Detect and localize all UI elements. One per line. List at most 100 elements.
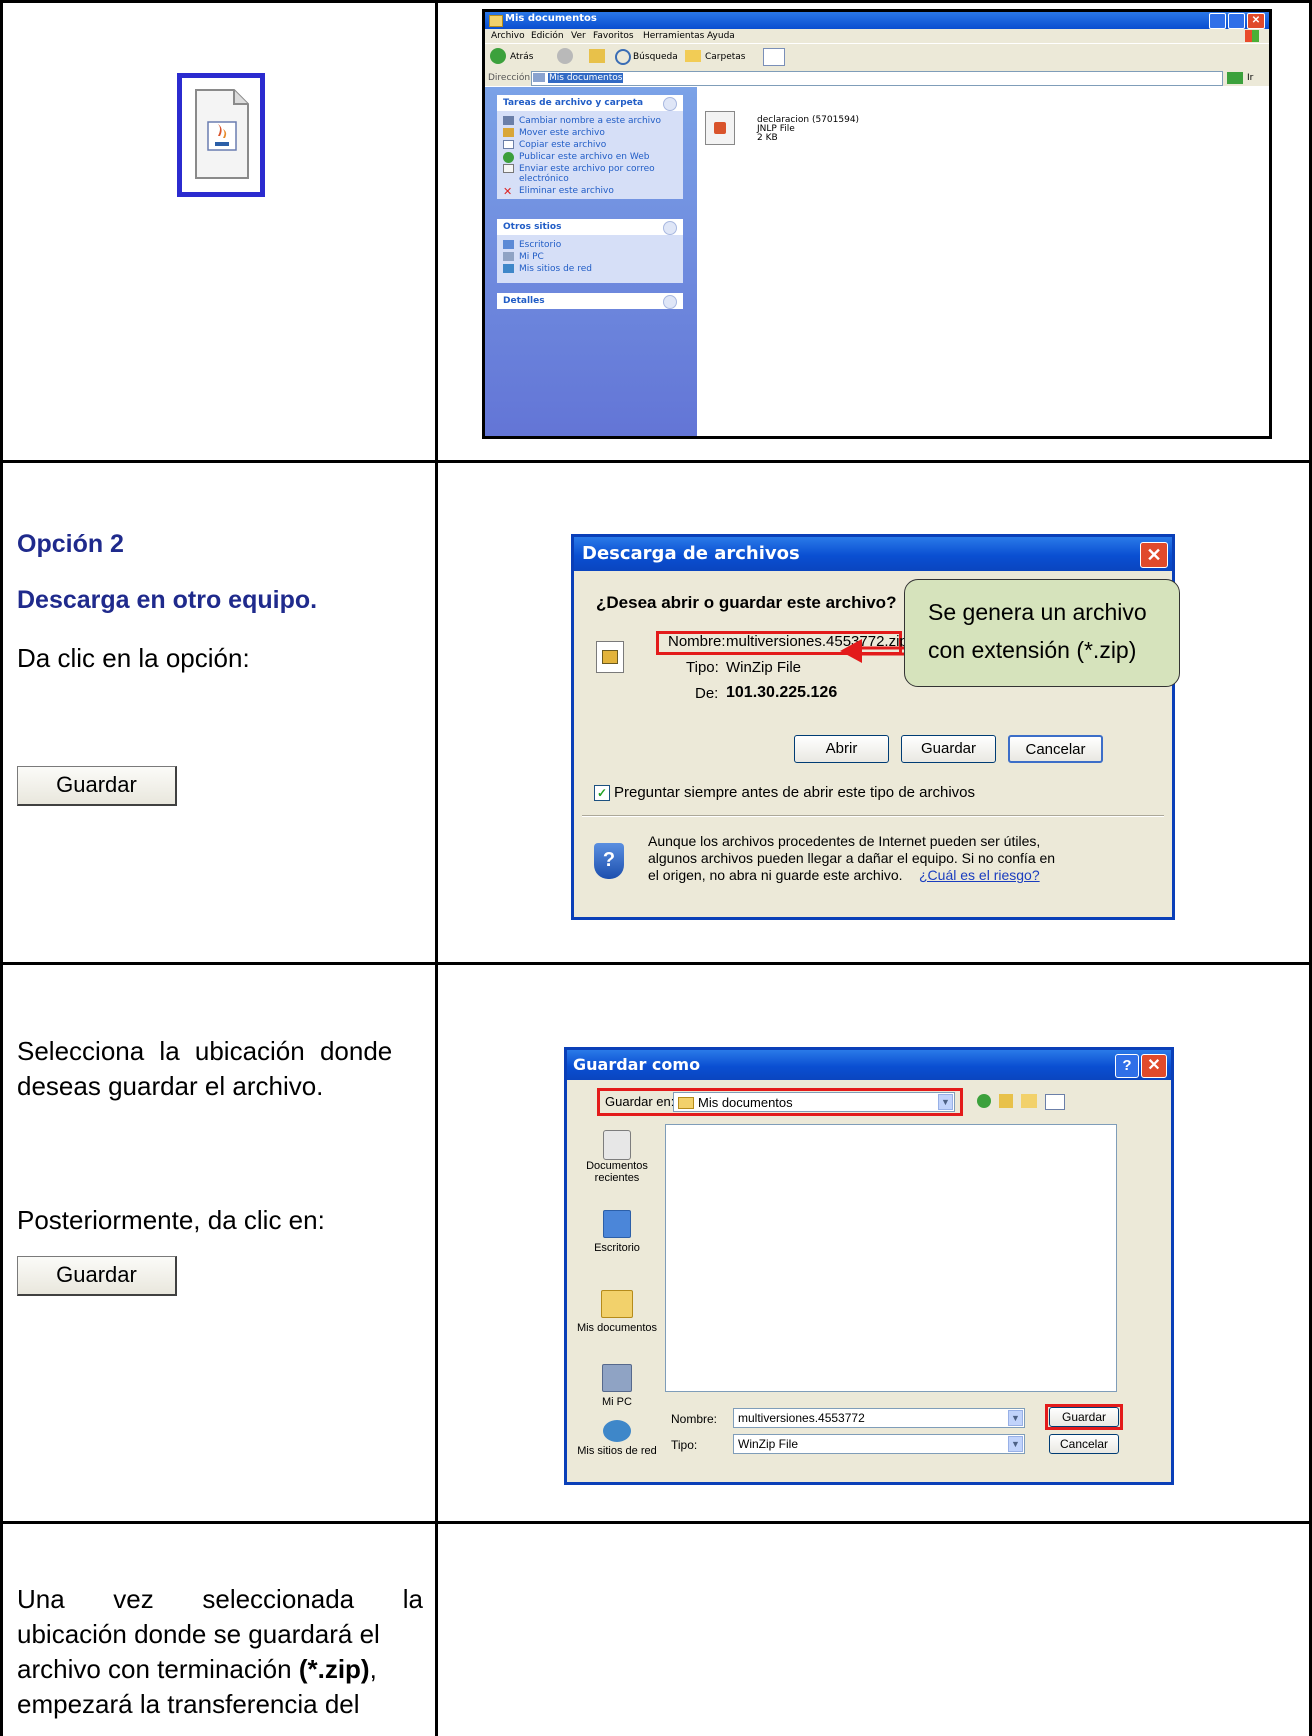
save-in-dropdown[interactable]: Mis documentos ▼	[673, 1092, 955, 1112]
chevron-down-icon[interactable]: ▼	[938, 1094, 953, 1110]
folder-icon	[489, 15, 503, 27]
close-button[interactable]: ✕	[1141, 1054, 1167, 1078]
expand-chevron-icon[interactable]	[663, 295, 677, 309]
place-my-computer[interactable]: Mi PC	[571, 1364, 663, 1414]
back-arrow-icon[interactable]	[977, 1094, 991, 1108]
up-folder-icon[interactable]	[589, 49, 605, 63]
menu-edicion[interactable]: Edición	[531, 31, 564, 41]
place-desktop[interactable]: Escritorio	[571, 1210, 663, 1260]
save-button[interactable]: Guardar	[901, 735, 996, 763]
my-documents-icon	[601, 1290, 633, 1318]
address-field[interactable]	[531, 71, 1223, 86]
explorer-titlebar: Mis documentos ✕	[485, 12, 1269, 29]
tasks-panel: Tareas de archivo y carpeta Cambiar nomb…	[497, 95, 683, 199]
name-label: Nombre:	[668, 633, 726, 650]
cancel-button[interactable]: Cancelar	[1008, 735, 1103, 763]
then-click-text: Posteriormente, da clic en:	[17, 1205, 325, 1235]
select-location-line-2: deseas guardar el archivo.	[17, 1071, 324, 1101]
other-places-header[interactable]: Otros sitios	[497, 219, 683, 235]
close-button[interactable]: ✕	[1140, 542, 1168, 568]
file-size: 2 KB	[757, 133, 778, 143]
address-label: Dirección	[488, 73, 531, 83]
task-rename[interactable]: Cambiar nombre a este archivo	[519, 116, 661, 126]
guardar-sample-label: Guardar	[56, 1262, 137, 1287]
task-publish[interactable]: Publicar este archivo en Web	[519, 152, 649, 162]
places-bar: Documentos recientes Escritorio Mis docu…	[571, 1124, 663, 1457]
explorer-menubar: Archivo Edición Ver Favoritos Herramient…	[485, 29, 1269, 43]
collapse-chevron-icon[interactable]	[663, 221, 677, 235]
row1-left-cell	[3, 3, 435, 460]
task-move[interactable]: Mover este archivo	[519, 128, 605, 138]
row3-left-cell: Selecciona la ubicación donde deseas gua…	[3, 965, 435, 1521]
row3-right-cell: Guardar como ? ✕ Guardar en: Mis documen…	[438, 965, 1309, 1521]
maximize-button[interactable]	[1228, 13, 1245, 29]
folders-button-label[interactable]: Carpetas	[705, 52, 745, 62]
folders-icon[interactable]	[685, 50, 701, 62]
open-button[interactable]: Abrir	[794, 735, 889, 763]
details-header[interactable]: Detalles	[497, 293, 683, 309]
collapse-chevron-icon[interactable]	[663, 97, 677, 111]
other-desktop[interactable]: Escritorio	[519, 240, 561, 250]
copy-icon	[503, 140, 514, 149]
place-my-documents[interactable]: Mis documentos	[571, 1290, 663, 1340]
tasks-header[interactable]: Tareas de archivo y carpeta	[497, 95, 683, 111]
minimize-button[interactable]	[1209, 13, 1226, 29]
callout-line-2: con extensión (*.zip)	[928, 637, 1137, 663]
always-ask-label[interactable]: Preguntar siempre antes de abrir este ti…	[614, 784, 975, 801]
my-computer-icon	[503, 252, 514, 261]
forward-arrow-icon[interactable]	[557, 48, 573, 64]
cancel-button[interactable]: Cancelar	[1049, 1434, 1119, 1454]
views-icon[interactable]	[763, 48, 785, 66]
other-network[interactable]: Mis sitios de red	[519, 264, 592, 274]
task-copy[interactable]: Copiar este archivo	[519, 140, 606, 150]
file-item[interactable]: declaracion (5701594) JNLP File 2 KB	[705, 111, 925, 151]
new-folder-icon[interactable]	[1021, 1094, 1037, 1108]
zip-file-icon	[596, 641, 624, 673]
go-label[interactable]: Ir	[1247, 73, 1253, 83]
folder-icon	[678, 1097, 694, 1109]
file-listing-area[interactable]	[665, 1124, 1117, 1392]
chevron-down-icon[interactable]: ▼	[1008, 1436, 1023, 1452]
menu-herramientas[interactable]: Herramientas	[643, 31, 704, 41]
task-email-cont[interactable]: electrónico	[519, 174, 569, 184]
move-icon	[503, 128, 514, 137]
type-value: WinZip File	[726, 659, 802, 676]
type-label: Tipo:	[686, 659, 719, 676]
explorer-addressbar: Dirección Mis documentos Ir	[485, 70, 1269, 86]
guardar-sample-button[interactable]: Guardar	[17, 766, 177, 806]
final-line-2: ubicación donde se guardará el	[17, 1619, 380, 1649]
up-folder-icon[interactable]	[999, 1094, 1013, 1108]
always-ask-checkbox[interactable]: ✓	[594, 785, 610, 801]
risk-link[interactable]: ¿Cuál es el riesgo?	[919, 867, 1040, 883]
go-arrow-icon[interactable]	[1227, 72, 1243, 84]
search-icon[interactable]	[615, 49, 631, 65]
task-delete[interactable]: Eliminar este archivo	[519, 186, 614, 196]
menu-archivo[interactable]: Archivo	[491, 31, 525, 41]
save-as-titlebar: Guardar como ? ✕	[567, 1050, 1171, 1080]
close-button[interactable]: ✕	[1247, 13, 1265, 29]
menu-ver[interactable]: Ver	[571, 31, 586, 41]
menu-favoritos[interactable]: Favoritos	[593, 31, 634, 41]
back-arrow-icon[interactable]	[490, 48, 506, 64]
task-email[interactable]: Enviar este archivo por correo	[519, 164, 655, 174]
file-name-field[interactable]: multiversiones.4553772 ▼	[733, 1408, 1025, 1428]
recent-documents-icon	[603, 1130, 631, 1160]
save-button[interactable]: Guardar	[1049, 1407, 1119, 1427]
download-dialog-titlebar: Descarga de archivos ✕	[574, 537, 1172, 571]
views-menu-icon[interactable]	[1045, 1094, 1065, 1110]
explorer-title: Mis documentos	[505, 13, 597, 24]
other-places-panel: Otros sitios Escritorio Mi PC Mis sitios…	[497, 219, 683, 283]
back-button-label[interactable]: Atrás	[510, 52, 533, 62]
menu-ayuda[interactable]: Ayuda	[707, 31, 735, 41]
rename-icon	[503, 116, 514, 125]
other-mypc[interactable]: Mi PC	[519, 252, 544, 262]
search-button-label[interactable]: Búsqueda	[633, 52, 678, 62]
dialog-separator	[582, 815, 1164, 817]
chevron-down-icon[interactable]: ▼	[1008, 1410, 1023, 1426]
place-network[interactable]: Mis sitios de red	[571, 1420, 663, 1460]
file-type-dropdown[interactable]: WinZip File ▼	[733, 1434, 1025, 1454]
place-recent[interactable]: Documentos recientes	[571, 1130, 663, 1194]
guardar-sample-button[interactable]: Guardar	[17, 1256, 177, 1296]
help-button[interactable]: ?	[1115, 1054, 1139, 1078]
jnlp-file-icon	[705, 111, 735, 145]
